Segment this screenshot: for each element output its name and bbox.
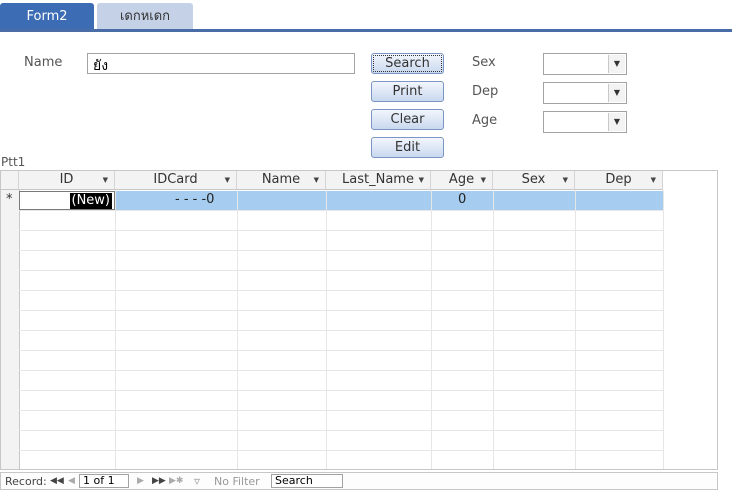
filter-icon: ▿ <box>194 474 201 488</box>
chevron-down-icon[interactable]: ▼ <box>608 55 625 73</box>
column-header-label: ID <box>59 172 74 187</box>
next-record-icon[interactable]: ▶ <box>137 476 144 486</box>
record-selector-column[interactable] <box>1 190 20 469</box>
clear-button[interactable]: Clear <box>371 109 444 130</box>
chevron-down-icon[interactable]: ▼ <box>608 84 625 102</box>
datasheet-grid[interactable]: ID ▼ IDCard ▼ Name ▼ Last_Name ▼ Age ▼ S… <box>0 170 718 470</box>
column-header-label: IDCard <box>153 172 198 187</box>
column-header-name[interactable]: Name ▼ <box>237 171 326 190</box>
chevron-down-icon[interactable]: ▼ <box>103 171 108 189</box>
name-input[interactable]: ยัง <box>87 53 355 74</box>
tab-bar-divider <box>0 29 732 32</box>
edit-button[interactable]: Edit <box>371 137 444 158</box>
grid-line <box>115 190 116 469</box>
name-label: Name <box>24 55 63 70</box>
tab-second-form[interactable]: เดกหเดก <box>97 3 193 30</box>
subform-label: Ptt1 <box>1 155 26 169</box>
column-header-label: Name <box>261 172 301 187</box>
chevron-down-icon[interactable]: ▼ <box>314 171 319 189</box>
column-header-dep[interactable]: Dep ▼ <box>575 171 663 190</box>
grid-line <box>493 190 494 469</box>
column-header-last-name[interactable]: Last_Name ▼ <box>326 171 431 190</box>
chevron-down-icon[interactable]: ▼ <box>651 171 656 189</box>
dep-combo[interactable]: ▼ <box>543 82 627 104</box>
column-header-sex[interactable]: Sex ▼ <box>493 171 575 190</box>
select-all-corner[interactable] <box>1 171 19 190</box>
column-header-id[interactable]: ID ▼ <box>19 171 115 190</box>
column-header-label: Last_Name <box>342 172 414 187</box>
column-header-label: Dep <box>605 172 632 187</box>
grid-line <box>663 190 664 469</box>
chevron-down-icon[interactable]: ▼ <box>419 171 424 189</box>
column-header-idcard[interactable]: IDCard ▼ <box>115 171 237 190</box>
column-header-label: Sex <box>521 172 546 187</box>
record-label: Record: <box>5 475 47 488</box>
id-cell[interactable]: (New) <box>19 191 115 210</box>
new-record-marker: * <box>6 192 13 207</box>
column-header-label: Age <box>448 172 475 187</box>
search-box[interactable]: Search <box>271 474 343 488</box>
sex-label: Sex <box>472 55 496 70</box>
new-id-value: (New) <box>69 193 112 209</box>
no-filter-indicator[interactable]: No Filter <box>214 475 260 488</box>
age-label: Age <box>472 113 498 128</box>
sex-combo[interactable]: ▼ <box>543 53 627 75</box>
age-cell[interactable]: 0 <box>458 192 466 207</box>
chevron-down-icon[interactable]: ▼ <box>481 171 486 189</box>
new-record-icon[interactable]: ▶✱ <box>169 476 183 486</box>
chevron-down-icon[interactable]: ▼ <box>608 113 625 131</box>
idcard-cell[interactable]: - - - -0 <box>175 192 214 207</box>
search-button[interactable]: Search <box>371 53 444 74</box>
first-record-icon[interactable]: ◀◀ <box>50 476 64 486</box>
chevron-down-icon[interactable]: ▼ <box>563 171 568 189</box>
chevron-down-icon[interactable]: ▼ <box>225 171 230 189</box>
previous-record-icon[interactable]: ◀ <box>68 476 75 486</box>
age-combo[interactable]: ▼ <box>543 111 627 133</box>
grid-line <box>575 190 576 469</box>
grid-line <box>431 190 432 469</box>
grid-line <box>326 190 327 469</box>
current-record-input[interactable]: 1 of 1 <box>79 474 129 488</box>
dep-label: Dep <box>472 84 499 99</box>
record-navigation-bar: Record: ◀◀ ◀ 1 of 1 ▶ ▶▶ ▶✱ ▿ No Filter … <box>0 472 718 490</box>
grid-line <box>237 190 238 469</box>
print-button[interactable]: Print <box>371 81 444 102</box>
last-record-icon[interactable]: ▶▶ <box>152 476 166 486</box>
column-header-age[interactable]: Age ▼ <box>431 171 493 190</box>
tab-form2[interactable]: Form2 <box>0 3 94 30</box>
